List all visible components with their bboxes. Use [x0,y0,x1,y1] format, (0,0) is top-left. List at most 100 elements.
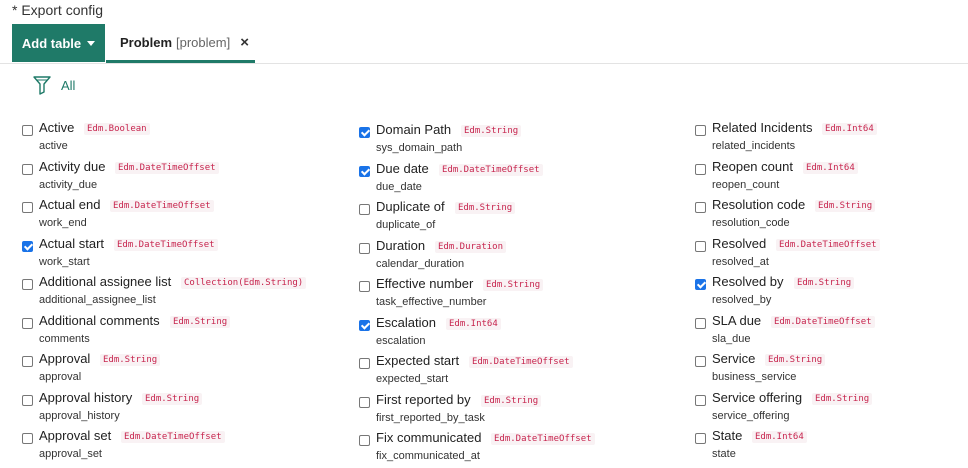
field-checkbox[interactable] [359,435,370,446]
field-label: Resolution code [712,197,806,212]
field-key: business_service [712,371,797,383]
field-label: Reopen count [712,158,793,174]
field-key: activity_due [39,178,98,191]
field-type-badge: Edm.DateTimeOffset [771,315,875,328]
field-label: Approval [39,351,91,366]
field-checkbox[interactable] [22,279,33,290]
field-type-badge: Edm.DateTimeOffset [110,200,214,212]
field-key: comments [39,332,90,345]
filter-all[interactable]: All [33,75,75,95]
filter-icon [33,76,51,95]
field-checkbox[interactable] [695,356,706,367]
field-key: sla_due [712,332,751,345]
field-type-badge: Edm.DateTimeOffset [491,433,595,445]
field-checkbox[interactable] [22,356,33,367]
field-key: due_date [376,180,422,193]
field-type-badge: Edm.String [170,315,231,328]
field-label: Active [39,120,75,135]
field-key: expected_start [376,373,449,385]
field-checkbox[interactable] [22,202,33,213]
field-label: Escalation [376,314,436,330]
field-checkbox[interactable] [22,317,33,329]
field-label: Actual end [39,197,101,212]
close-tab-icon[interactable]: × [240,34,249,51]
field-label: Domain Path [376,122,452,137]
field-type-badge: Edm.DateTimeOffset [121,431,225,443]
field-checkbox[interactable] [22,240,33,252]
field-key: resolved_at [712,255,769,268]
caret-down-icon [87,40,96,46]
field-key: first_reported_by_task [376,411,485,424]
field-checkbox[interactable] [359,281,370,292]
field-checkbox[interactable] [695,202,706,213]
field-checkbox[interactable] [695,125,706,136]
field-label: Due date [376,160,429,176]
field-key: resolution_code [712,217,790,229]
field-label: Activity due [39,158,106,174]
field-type-badge: Edm.Duration [435,240,507,253]
field-checkbox[interactable] [359,396,370,408]
add-table-button[interactable]: Add table [12,24,105,62]
field-key: additional_assignee_list [39,294,156,306]
field-label: Resolved by [712,274,784,289]
field-type-badge: Edm.Int64 [752,431,807,443]
field-type-badge: Edm.String [481,394,542,407]
field-key: reopen_count [712,178,780,191]
field-type-badge: Edm.DateTimeOffset [114,238,218,251]
field-label: Duplicate of [376,199,445,214]
field-label: Fix communicated [376,430,482,445]
page-title: * Export config [12,2,104,18]
field-checkbox[interactable] [22,394,33,406]
field-label: Expected start [376,353,460,368]
field-label: Actual start [39,235,105,251]
field-label: Service offering [712,389,803,405]
field-key: escalation [376,334,426,347]
field-key: calendar_duration [376,257,465,270]
field-key: work_end [39,217,87,229]
field-type-badge: Edm.DateTimeOffset [469,356,573,368]
field-label: Resolved [712,235,767,251]
field-key: state [712,448,736,460]
field-key: active [39,140,68,152]
tab-name: Problem [120,34,173,50]
field-checkbox[interactable] [22,125,33,136]
field-label: Service [712,351,756,366]
field-checkbox[interactable] [359,127,370,138]
field-type-badge: Edm.Int64 [446,317,501,330]
field-label: Related Incidents [712,120,813,135]
field-label: SLA due [712,312,762,328]
field-checkbox[interactable] [359,319,370,331]
field-label: Effective number [376,276,474,291]
field-checkbox[interactable] [695,317,706,329]
field-key: resolved_by [712,294,772,306]
field-label: Additional comments [39,312,160,328]
field-checkbox[interactable] [695,394,706,406]
field-type-badge: Edm.String [765,354,826,366]
field-checkbox[interactable] [695,279,706,290]
add-table-label: Add table [21,35,82,51]
field-label: State [712,428,743,443]
field-type-badge: Edm.DateTimeOffset [776,238,880,251]
field-type-badge: Edm.String [100,354,161,366]
field-type-badge: Edm.String [142,392,203,405]
tab-bar: Add table Problem [problem] × [0,24,968,64]
tab-key: [problem] [176,34,231,50]
field-type-badge: Edm.String [461,125,522,137]
field-checkbox[interactable] [359,242,370,254]
field-checkbox[interactable] [359,204,370,215]
field-type-badge: Edm.DateTimeOffset [115,161,219,174]
field-checkbox[interactable] [695,433,706,444]
field-key: sys_domain_path [376,142,463,154]
field-checkbox[interactable] [695,240,706,252]
field-key: task_effective_number [376,296,487,308]
field-checkbox[interactable] [22,433,33,444]
field-checkbox[interactable] [359,165,370,177]
field-checkbox[interactable] [695,163,706,175]
field-checkbox[interactable] [22,163,33,175]
field-key: related_incidents [712,140,796,152]
field-type-badge: Edm.String [794,277,855,289]
field-label: First reported by [376,391,471,407]
field-checkbox[interactable] [359,358,370,369]
tab-problem[interactable]: Problem [problem] × [106,24,255,63]
field-key: approval_history [39,409,120,422]
